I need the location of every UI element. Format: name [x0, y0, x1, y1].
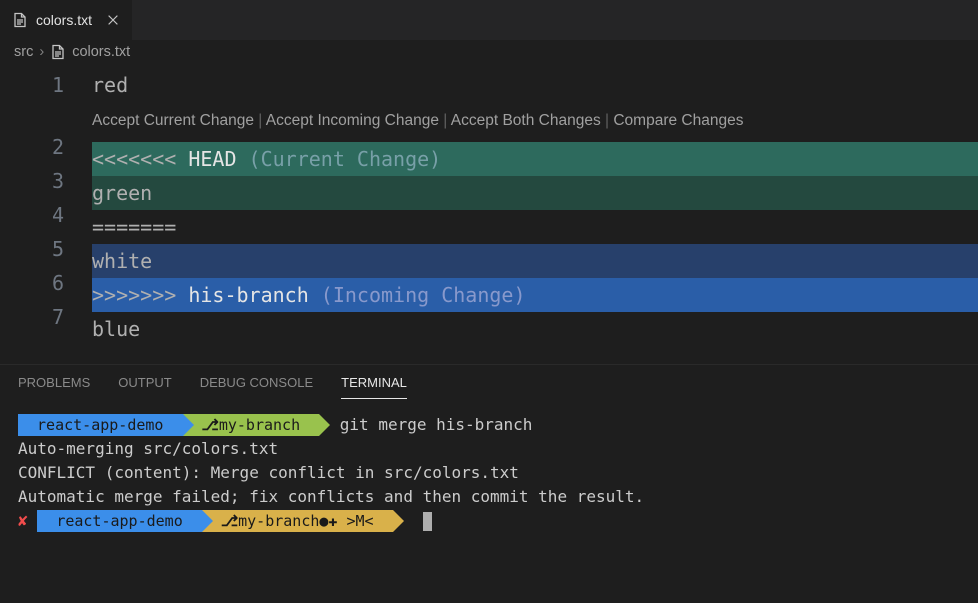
line-number: 7 — [0, 300, 64, 334]
line-number: 6 — [0, 266, 64, 300]
breadcrumb[interactable]: src › colors.txt — [0, 40, 978, 64]
breadcrumb-folder: src — [14, 44, 33, 60]
accept-current-link[interactable]: Accept Current Change — [92, 112, 254, 129]
git-branch-icon: ⎇ — [221, 509, 238, 533]
line-number: 4 — [0, 198, 64, 232]
line-number: 3 — [0, 164, 64, 198]
terminal-prompt-line: react-app-demo ⎇ my-branch git merge his… — [18, 413, 960, 437]
terminal-output-line: CONFLICT (content): Merge conflict in sr… — [18, 461, 960, 485]
terminal-output-line: Auto-merging src/colors.txt — [18, 437, 960, 461]
terminal-output-line: Automatic merge failed; fix conflicts an… — [18, 485, 960, 509]
prompt-arrow-icon — [393, 510, 404, 532]
line-number: 1 — [0, 68, 64, 102]
conflict-separator: ======= — [92, 210, 978, 244]
panel-tab-bar: PROBLEMS OUTPUT DEBUG CONSOLE TERMINAL — [0, 365, 978, 399]
code-area[interactable]: red Accept Current Change | Accept Incom… — [92, 68, 978, 346]
conflict-incoming-header: >>>>>>> his-branch (Incoming Change) — [92, 278, 978, 312]
prompt-arrow-icon — [319, 414, 330, 436]
prompt-project-segment: react-app-demo — [18, 414, 183, 436]
terminal-prompt-line: ✘ react-app-demo ⎇ my-branch ●✚ >M< — [18, 509, 960, 533]
code-line: blue — [92, 312, 978, 346]
line-number: 5 — [0, 232, 64, 266]
file-icon — [12, 12, 28, 28]
prompt-branch-segment: ⎇ my-branch — [183, 414, 320, 436]
editor-tab[interactable]: colors.txt — [0, 0, 133, 40]
close-icon[interactable] — [106, 13, 120, 27]
merge-codelens: Accept Current Change | Accept Incoming … — [92, 102, 978, 142]
gutter-spacer — [0, 102, 64, 130]
chevron-right-icon: › — [39, 44, 44, 60]
accept-both-link[interactable]: Accept Both Changes — [451, 112, 601, 129]
bottom-panel: PROBLEMS OUTPUT DEBUG CONSOLE TERMINAL r… — [0, 364, 978, 543]
compare-changes-link[interactable]: Compare Changes — [613, 112, 743, 129]
error-status-icon: ✘ — [18, 509, 28, 533]
tab-terminal[interactable]: TERMINAL — [341, 375, 407, 399]
conflict-current-body: green — [92, 176, 978, 210]
terminal[interactable]: react-app-demo ⎇ my-branch git merge his… — [0, 399, 978, 543]
gutter: 1 2 3 4 5 6 7 — [0, 68, 92, 346]
tab-debug-console[interactable]: DEBUG CONSOLE — [200, 375, 313, 399]
prompt-arrow-icon — [202, 510, 213, 532]
breadcrumb-file: colors.txt — [72, 44, 130, 60]
terminal-cursor — [423, 512, 432, 531]
file-icon — [50, 44, 66, 60]
tab-problems[interactable]: PROBLEMS — [18, 375, 90, 399]
conflict-incoming-body: white — [92, 244, 978, 278]
prompt-arrow-icon — [183, 414, 194, 436]
terminal-command: git merge his-branch — [340, 413, 533, 437]
code-line: red — [92, 68, 978, 102]
tab-bar: colors.txt — [0, 0, 978, 40]
line-number: 2 — [0, 130, 64, 164]
prompt-branch-segment: ⎇ my-branch ●✚ >M< — [202, 510, 393, 532]
tab-filename: colors.txt — [36, 12, 92, 28]
editor[interactable]: 1 2 3 4 5 6 7 red Accept Current Change … — [0, 64, 978, 346]
prompt-project-segment: react-app-demo — [37, 510, 202, 532]
accept-incoming-link[interactable]: Accept Incoming Change — [266, 112, 439, 129]
conflict-current-header: <<<<<<< HEAD (Current Change) — [92, 142, 978, 176]
tab-output[interactable]: OUTPUT — [118, 375, 171, 399]
git-branch-icon: ⎇ — [202, 413, 219, 437]
